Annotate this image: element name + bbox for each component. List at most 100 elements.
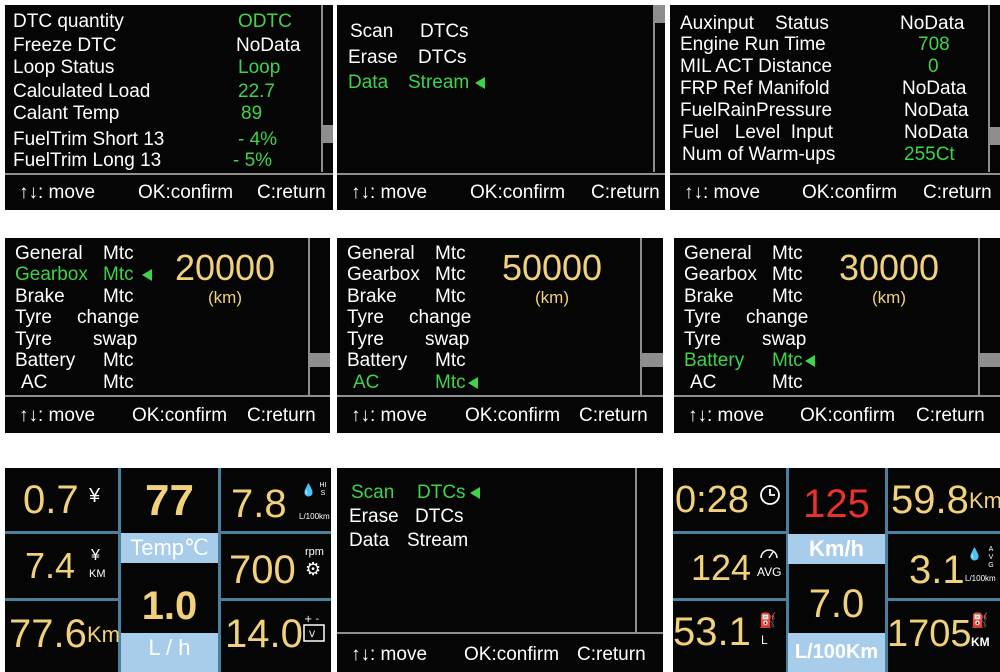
scrollbar-thumb[interactable]	[642, 353, 663, 367]
scrollbar[interactable]	[988, 5, 1000, 172]
avg-consumption-unit: L/100km	[965, 574, 996, 583]
row-label: FuelTrim Short 13	[13, 129, 165, 150]
row-label: Num of Warm-ups	[682, 144, 836, 165]
divider	[337, 395, 663, 397]
row-label: FRP Ref Manifold	[680, 78, 830, 99]
avg-consumption-value: 3.1	[909, 548, 965, 592]
svg-text:V: V	[309, 630, 316, 640]
grid-line	[888, 598, 1000, 601]
fuel-rate-label: L / h	[121, 633, 218, 672]
row-value: Loop	[238, 57, 281, 78]
avg-speed-value: 124	[691, 547, 752, 588]
menu-label: Erase	[349, 506, 399, 527]
distance-unit: Km	[87, 622, 120, 647]
remaining-range-value: 1705	[887, 613, 972, 655]
gauge-dashboard-2: 0:28 124 AVG 53.1 ⛽ L 125 Km/h 7.0 L/100…	[673, 468, 1000, 672]
hint-confirm: OK:confirm	[802, 182, 898, 203]
hint-confirm: OK:confirm	[464, 644, 560, 665]
avg-consumption-letters: AVG	[988, 546, 994, 569]
grid-line	[5, 531, 118, 534]
maintenance-panel-gearbox: General Mtc Gearbox Mtc Brake Mtc Tyre chang…	[5, 238, 330, 433]
row-value: 255Ct	[904, 144, 955, 165]
divider	[337, 632, 663, 634]
rpm-unit: rpm	[305, 546, 324, 558]
row-label: Fuel Level Input	[682, 122, 834, 143]
row-value: 22.7	[238, 81, 275, 102]
svg-text:+ -: + -	[304, 614, 320, 625]
interval-unit: (km)	[872, 288, 906, 307]
row-label: Engine Run Time	[680, 34, 826, 55]
scrollbar[interactable]	[635, 468, 663, 634]
hint-move: ↑↓: move	[19, 182, 96, 203]
consumption-unit: L/100km	[299, 512, 330, 521]
grid-line	[888, 531, 1000, 534]
row-value: NoData	[904, 122, 969, 143]
distance-value: 77.6	[9, 612, 87, 656]
hint-move: ↑↓: move	[684, 182, 761, 203]
engine-wheel-icon: ⚙	[305, 559, 322, 579]
clock-icon	[759, 484, 781, 506]
fuel-drops-icon: 💧	[301, 483, 316, 497]
hint-return: C:return	[916, 405, 985, 426]
row-label: Freeze DTC	[13, 35, 117, 56]
menu-label: Scan	[350, 21, 394, 42]
maintenance-panel-battery: General Mtc Gearbox Mtc Brake Mtc Tyre chang…	[674, 238, 1000, 433]
avg-label: AVG	[757, 565, 782, 579]
grid-line	[673, 531, 786, 534]
row-label: Loop Status	[13, 57, 115, 78]
menu-label: Stream	[407, 530, 469, 551]
instant-consumption-value: 7.0	[808, 582, 865, 626]
hint-confirm: OK:confirm	[138, 182, 234, 203]
hint-move: ↑↓: move	[351, 182, 428, 203]
scrollbar[interactable]	[653, 5, 665, 172]
hint-move: ↑↓: move	[351, 644, 428, 665]
menu-label: Erase	[348, 47, 398, 68]
divider	[5, 173, 333, 175]
divider	[5, 395, 330, 397]
temperature-value: 77	[145, 476, 194, 525]
hint-confirm: OK:confirm	[470, 182, 566, 203]
interval-value: 20000	[174, 247, 276, 288]
menu-label: Stream	[408, 72, 470, 93]
scrollbar-thumb[interactable]	[310, 353, 330, 367]
interval-unit: (km)	[208, 288, 242, 307]
interval-value: 30000	[838, 247, 940, 288]
row-value: - 4%	[238, 129, 278, 150]
battery-icon: + - V	[303, 613, 325, 643]
yen-icon: ¥	[89, 485, 101, 507]
hint-confirm: OK:confirm	[132, 405, 228, 426]
grid-line	[221, 598, 331, 601]
grid-line	[221, 531, 331, 534]
scrollbar[interactable]	[321, 5, 333, 172]
scrollbar-thumb[interactable]	[323, 125, 333, 143]
scrollbar-thumb[interactable]	[990, 127, 1000, 145]
trip-distance-value: 59.8	[891, 478, 969, 522]
scrollbar[interactable]	[978, 238, 1000, 395]
menu-label: Data	[348, 72, 389, 93]
scrollbar-thumb[interactable]	[655, 5, 665, 23]
cost-value: 0.7	[23, 478, 79, 522]
grid-line	[5, 598, 118, 601]
scrollbar[interactable]	[308, 238, 330, 395]
fuel-pump-icon: ⛽	[971, 612, 989, 628]
maintenance-panel-ac: General Mtc Gearbox Mtc Brake Mtc Tyre chang…	[337, 238, 663, 433]
row-value: 89	[241, 103, 263, 124]
scrollbar-thumb[interactable]	[980, 353, 1000, 367]
hint-move: ↑↓: move	[19, 405, 96, 426]
row-label: DTC quantity	[13, 11, 124, 32]
fuel-drops-icon: 💧	[967, 547, 982, 561]
row-value: NoData	[902, 78, 967, 99]
hint-confirm: OK:confirm	[465, 405, 561, 426]
scrollbar[interactable]	[640, 238, 663, 395]
instant-consumption-label: L/100Km	[788, 633, 885, 672]
row-label: Calculated Load	[13, 81, 151, 102]
row-label: FuelRainPressure	[680, 100, 833, 121]
fuel-used-value: 53.1	[673, 610, 751, 654]
menu-label: Data	[349, 530, 390, 551]
temperature-label: Temp℃	[121, 533, 218, 563]
row-label: Calant Temp	[13, 103, 120, 124]
history-label: HIS	[319, 482, 327, 497]
fuel-rate-value: 1.0	[141, 584, 198, 628]
divider	[674, 395, 1000, 397]
fuel-pump-icon: ⛽	[759, 612, 777, 628]
